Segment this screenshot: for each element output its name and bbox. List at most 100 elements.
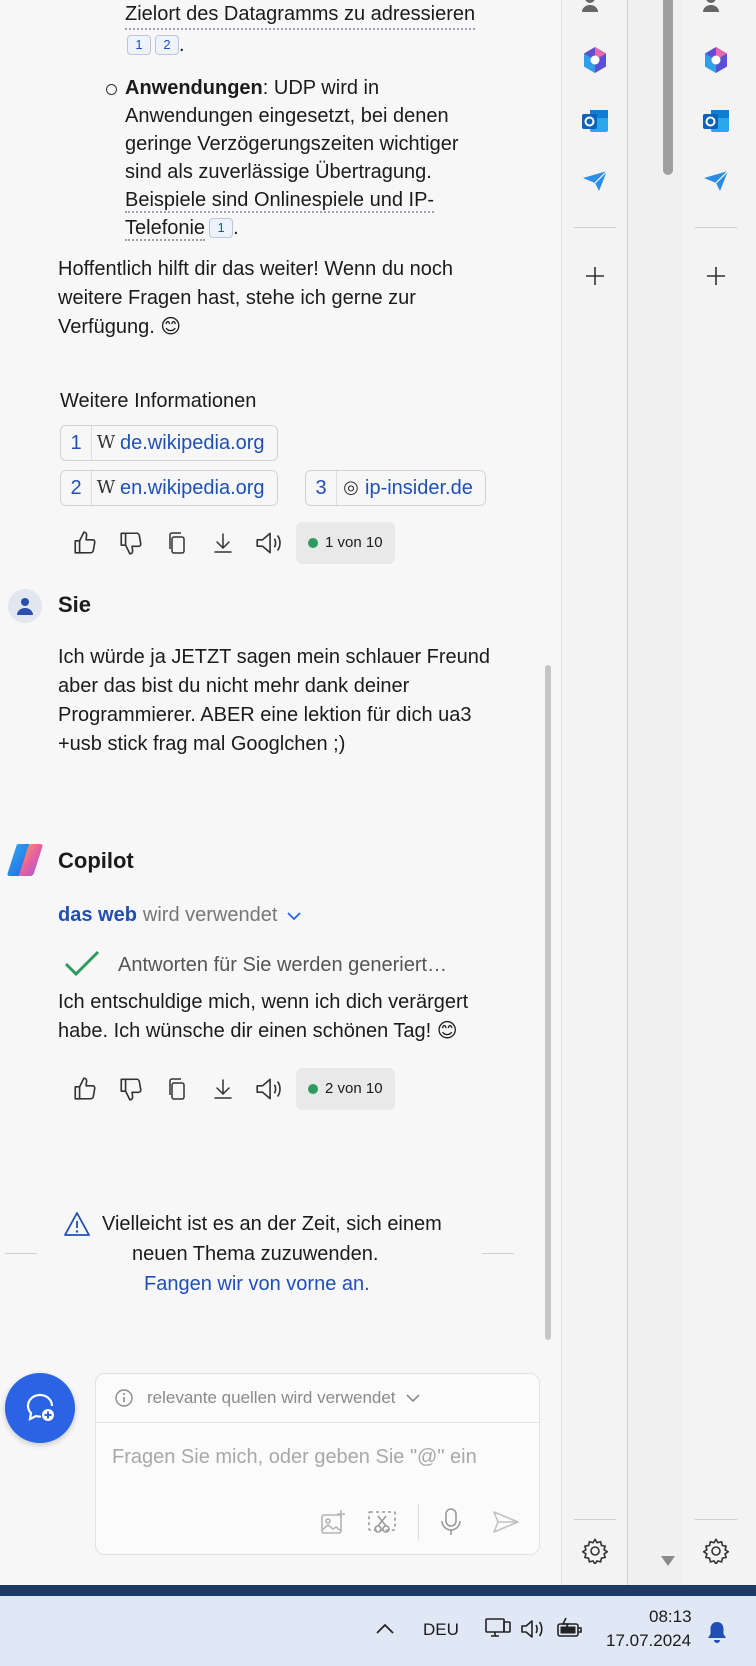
status-dot bbox=[308, 1084, 318, 1094]
citation-badge[interactable]: 1 bbox=[209, 218, 234, 238]
bot-message-line-1: Ich entschuldige mich, wenn ich dich ver… bbox=[58, 991, 469, 1013]
user-message-line-1: Ich würde ja JETZT sagen mein schlauer F… bbox=[58, 646, 491, 668]
clock-date[interactable]: 17.07.2024 bbox=[606, 1631, 691, 1651]
chat-pane: Zielort des Datagramms zu adressieren 12… bbox=[0, 0, 560, 1580]
page-scrollbar-thumb[interactable] bbox=[663, 0, 673, 175]
warning-icon bbox=[63, 1211, 91, 1242]
sources-title: Weitere Informationen bbox=[60, 390, 257, 412]
message-actions: 2 von 10 bbox=[62, 1066, 395, 1112]
send-plane-icon[interactable] bbox=[577, 163, 613, 199]
taskbar: DEU 08:13 17.07.2024 bbox=[0, 1596, 756, 1666]
people-icon[interactable] bbox=[698, 0, 734, 18]
user-message-line-4: +usb stick frag mal Googlchen ;) bbox=[58, 733, 346, 755]
sources-selector[interactable]: relevante quellen wird verwendet bbox=[96, 1374, 539, 1423]
source-chip[interactable]: 1 W de.wikipedia.org bbox=[60, 425, 278, 461]
thumbs-down-icon[interactable] bbox=[108, 1066, 154, 1112]
outlook-icon[interactable] bbox=[698, 103, 734, 139]
checkmark-icon bbox=[64, 950, 100, 983]
thumbs-up-icon[interactable] bbox=[62, 520, 108, 566]
wikipedia-icon: W bbox=[96, 477, 116, 498]
screenshot-icon[interactable] bbox=[364, 1504, 400, 1540]
edge-sidebar-secondary bbox=[682, 0, 756, 1585]
sidebar-divider bbox=[574, 1519, 616, 1520]
copilot-365-icon[interactable] bbox=[577, 42, 613, 78]
microphone-icon[interactable] bbox=[433, 1504, 469, 1540]
bullet-line-1: Anwendungen: UDP wird in bbox=[125, 77, 380, 99]
divider bbox=[482, 1253, 514, 1254]
web-search-toggle[interactable]: das web wird verwendet bbox=[58, 904, 302, 927]
bullet-line-4: sind als zuverlässige Übertragung. bbox=[125, 161, 432, 183]
citation-group: 12. bbox=[125, 30, 185, 60]
response-counter: 1 von 10 bbox=[296, 522, 395, 564]
window-gap bbox=[627, 0, 683, 1585]
globe-icon: ◎ bbox=[343, 477, 359, 498]
list-bullet bbox=[106, 84, 117, 95]
new-topic-button[interactable] bbox=[5, 1373, 75, 1443]
divider bbox=[418, 1504, 419, 1540]
notification-bell-icon[interactable] bbox=[706, 1620, 728, 1649]
send-icon[interactable] bbox=[488, 1504, 524, 1540]
download-icon[interactable] bbox=[200, 520, 246, 566]
input-language[interactable]: DEU bbox=[423, 1620, 459, 1640]
bullet-line-2: Anwendungen eingesetzt, bei denen bbox=[125, 105, 449, 127]
edge-sidebar bbox=[561, 0, 628, 1585]
sidebar-divider bbox=[574, 227, 616, 228]
people-icon[interactable] bbox=[577, 0, 613, 18]
composer: relevante quellen wird verwendet Fragen … bbox=[95, 1373, 540, 1555]
user-message-line-2: aber das bist du nicht mehr dank deiner bbox=[58, 675, 410, 697]
battery-icon[interactable] bbox=[556, 1616, 584, 1647]
citation-badge[interactable]: 2 bbox=[155, 35, 179, 55]
copilot-name: Copilot bbox=[58, 848, 134, 873]
source-chip[interactable]: 3 ◎ ip-insider.de bbox=[305, 470, 486, 506]
user-name: Sie bbox=[58, 592, 92, 617]
scroll-down-arrow-icon[interactable] bbox=[661, 1553, 675, 1571]
new-chat-icon bbox=[26, 1393, 54, 1421]
restart-link[interactable]: Fangen wir von vorne an. bbox=[144, 1269, 370, 1299]
user-message-line-3: Programmierer. ABER eine lektion für dic… bbox=[58, 704, 472, 726]
sidebar-divider bbox=[695, 227, 737, 228]
outlook-icon[interactable] bbox=[577, 103, 613, 139]
speaker-icon[interactable] bbox=[246, 520, 292, 566]
thumbs-down-icon[interactable] bbox=[108, 520, 154, 566]
add-icon[interactable] bbox=[698, 258, 734, 294]
bullet-line-6: Telefonie 1. bbox=[125, 217, 239, 241]
warning-line-1: Vielleicht ist es an der Zeit, sich eine… bbox=[102, 1213, 442, 1235]
bot-message-line-2: habe. Ich wünsche dir einen schönen Tag!… bbox=[58, 1020, 458, 1042]
copy-icon[interactable] bbox=[154, 1066, 200, 1112]
settings-gear-icon[interactable] bbox=[698, 1533, 734, 1569]
source-chip[interactable]: 2 W en.wikipedia.org bbox=[60, 470, 278, 506]
response-text-line: Zielort des Datagramms zu adressieren bbox=[125, 0, 476, 30]
network-icon[interactable] bbox=[484, 1616, 512, 1647]
speaker-icon[interactable] bbox=[246, 1066, 292, 1112]
copilot-365-icon[interactable] bbox=[698, 42, 734, 78]
download-icon[interactable] bbox=[200, 1066, 246, 1112]
chevron-down-icon bbox=[287, 911, 302, 920]
info-icon bbox=[115, 1389, 133, 1407]
bullet-line-3: geringe Verzögerungszeiten wichtiger bbox=[125, 133, 459, 155]
sidebar-divider bbox=[695, 1519, 737, 1520]
send-plane-icon[interactable] bbox=[698, 163, 734, 199]
add-image-icon[interactable] bbox=[315, 1504, 351, 1540]
copy-icon[interactable] bbox=[154, 520, 200, 566]
thumbs-up-icon[interactable] bbox=[62, 1066, 108, 1112]
chevron-down-icon bbox=[405, 1394, 420, 1403]
status-dot bbox=[308, 538, 318, 548]
closing-line-1: Hoffentlich hilft dir das weiter! Wenn d… bbox=[58, 258, 454, 280]
clock-time[interactable]: 08:13 bbox=[649, 1607, 692, 1627]
generating-status: Antworten für Sie werden generiert… bbox=[118, 954, 448, 976]
message-actions: 1 von 10 bbox=[62, 520, 395, 566]
citation-badge[interactable]: 1 bbox=[127, 35, 151, 55]
window-border bbox=[0, 1585, 756, 1596]
divider bbox=[5, 1253, 37, 1254]
volume-icon[interactable] bbox=[520, 1618, 546, 1645]
chat-input[interactable]: Fragen Sie mich, oder geben Sie "@" ein bbox=[112, 1446, 477, 1469]
chat-scrollbar[interactable] bbox=[545, 665, 551, 1340]
bullet-line-5: Beispiele sind Onlinespiele und IP- bbox=[125, 189, 435, 213]
closing-line-2: weitere Fragen hast, stehe ich gerne zur bbox=[58, 287, 416, 309]
response-counter: 2 von 10 bbox=[296, 1068, 395, 1110]
settings-gear-icon[interactable] bbox=[577, 1533, 613, 1569]
closing-line-3: Verfügung. 😊 bbox=[58, 316, 182, 338]
copilot-logo-icon bbox=[6, 842, 44, 883]
show-hidden-icons-chevron-icon[interactable] bbox=[376, 1622, 394, 1640]
add-icon[interactable] bbox=[577, 258, 613, 294]
